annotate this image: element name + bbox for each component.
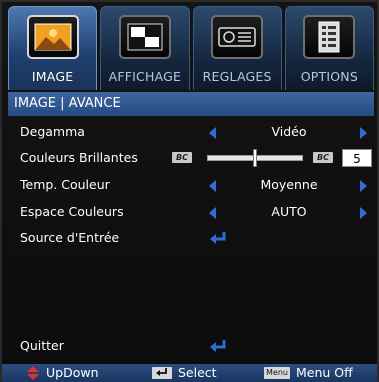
menu-item-label: Temp. Couleur [20,177,110,192]
bc-decrease-icon[interactable]: BC [172,152,192,163]
menu-list: Degamma Vidéo Couleurs Brillantes BC BC … [8,118,374,362]
left-arrow-icon[interactable] [209,127,216,139]
hint-menu-off: Menu Menu Off [264,364,353,382]
right-arrow-icon[interactable] [360,207,367,219]
menu-item-temp-couleur[interactable]: Temp. Couleur Moyenne [8,173,374,197]
hint-updown: UpDown [26,364,99,382]
tab-label: AFFICHAGE [108,69,182,84]
left-arrow-icon[interactable] [209,180,216,192]
enter-icon[interactable] [209,339,227,353]
tab-affichage[interactable]: AFFICHAGE [100,6,190,90]
tab-reglages[interactable]: REGLAGES [192,6,282,90]
menu-item-quitter[interactable]: Quitter [8,334,374,358]
tab-label: IMAGE [31,69,74,84]
picture-icon [26,15,79,59]
menu-item-label: Quitter [20,338,64,353]
bc-increase-icon[interactable]: BC [313,152,333,163]
tab-label: REGLAGES [202,69,272,84]
osd-menu: IMAGE AFFICHAGE REGLAGES OPTIONS IMAGE |… [0,0,379,382]
menu-item-degamma[interactable]: Degamma Vidéo [8,120,374,144]
tab-label: OPTIONS [300,69,358,84]
menu-key-icon: Menu [264,367,290,379]
hint-label: Menu Off [295,365,353,380]
menu-item-label: Source d'Entrée [20,230,120,245]
tab-options[interactable]: OPTIONS [284,6,374,90]
menu-item-source-entree[interactable]: Source d'Entrée [8,226,374,250]
hint-label: Select [178,365,217,380]
enter-icon[interactable] [209,231,227,245]
display-icon [118,15,171,59]
brilliant-color-value: 5 [342,149,372,167]
color-temp-value: Moyenne [260,177,318,192]
left-arrow-icon[interactable] [209,207,216,219]
hint-label: UpDown [46,365,99,380]
menu-item-label: Espace Couleurs [20,204,124,219]
enter-key-icon [152,367,172,379]
tab-bar: IMAGE AFFICHAGE REGLAGES OPTIONS [8,6,374,90]
options-icon [303,15,356,59]
right-arrow-icon[interactable] [360,180,367,192]
hint-bar: UpDown Select Menu Menu Off [2,364,377,382]
hint-select: Select [152,364,217,382]
degamma-value: Vidéo [271,124,307,139]
slider-handle[interactable] [253,149,257,167]
right-arrow-icon[interactable] [360,127,367,139]
menu-item-couleurs-brillantes[interactable]: Couleurs Brillantes BC BC 5 [8,146,374,170]
page-title: IMAGE | AVANCE [8,92,374,116]
tab-image[interactable]: IMAGE [8,6,98,90]
menu-item-espace-couleurs[interactable]: Espace Couleurs AUTO [8,200,374,224]
menu-item-label: Degamma [20,124,85,139]
projector-icon [211,15,264,59]
up-down-icon [27,366,39,380]
menu-item-label: Couleurs Brillantes [20,150,138,165]
color-space-value: AUTO [271,204,307,219]
